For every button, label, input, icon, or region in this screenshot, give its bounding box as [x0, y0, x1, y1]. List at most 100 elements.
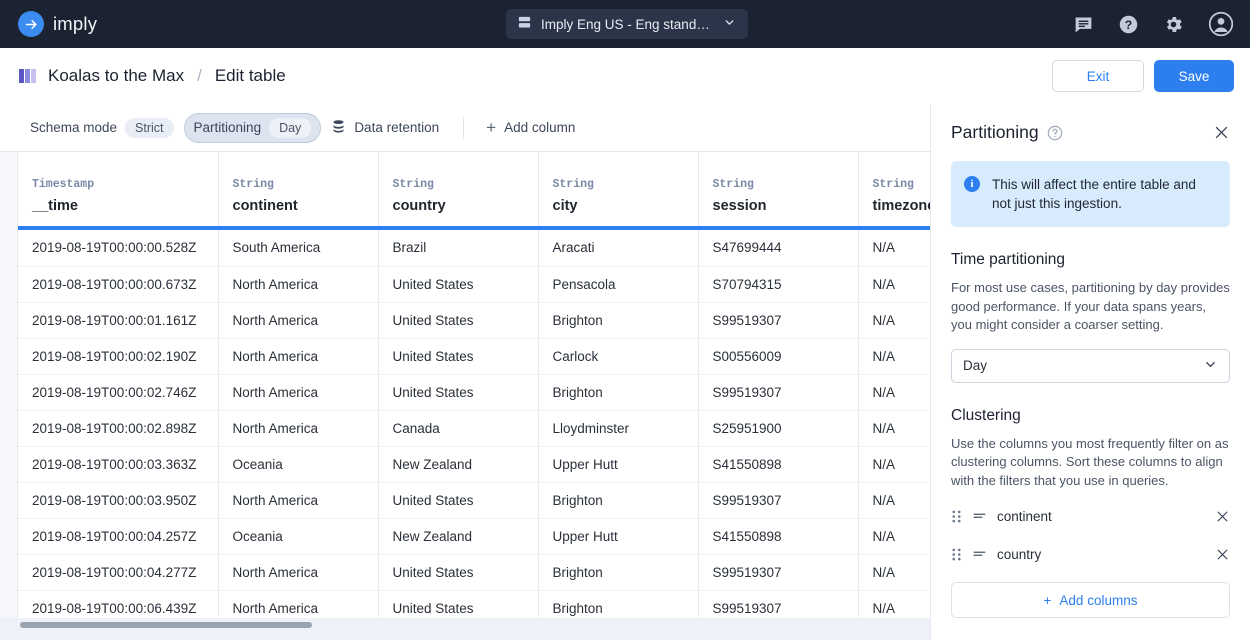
time-partitioning-select[interactable]: Day	[951, 348, 1230, 383]
table-cell: Aracati	[538, 230, 699, 267]
column-type: String	[872, 178, 914, 191]
column-type: String	[232, 178, 274, 191]
account-circle-icon[interactable]	[1208, 11, 1234, 37]
table-cell: Lloydminster	[538, 410, 699, 447]
table-row[interactable]: 2019-08-19T00:00:00.528Z South America Bra…	[18, 230, 930, 267]
table-cell: N/A	[858, 482, 930, 519]
add-column-button[interactable]: + Add column	[476, 113, 585, 143]
list-item[interactable]: continent	[951, 500, 1230, 532]
breadcrumb: Koalas to the Max / Edit table	[18, 66, 286, 86]
remove-clustering-column-icon[interactable]	[1215, 509, 1230, 524]
column-type: Timestamp	[32, 178, 95, 191]
horizontal-scrollbar[interactable]	[0, 618, 930, 640]
brand-logo[interactable]: imply	[18, 11, 97, 37]
feedback-icon[interactable]	[1073, 14, 1094, 35]
info-callout-text: This will affect the entire table and no…	[992, 177, 1196, 211]
data-retention-control[interactable]: Data retention	[321, 113, 449, 143]
breadcrumb-separator: /	[197, 66, 202, 85]
table-cell: S41550898	[698, 518, 859, 555]
table-cell: N/A	[858, 374, 930, 411]
column-header-country[interactable]: String country	[378, 152, 539, 226]
top-nav-actions: ?	[1073, 0, 1234, 48]
table-cell: New Zealand	[378, 518, 539, 555]
table-row[interactable]: 2019-08-19T00:00:04.277Z North America Uni…	[18, 554, 930, 591]
table-row[interactable]: 2019-08-19T00:00:02.898Z North America Can…	[18, 410, 930, 447]
table-cell: N/A	[858, 230, 930, 267]
table-cell: United States	[378, 266, 539, 303]
time-partitioning-selected-value: Day	[963, 358, 988, 373]
table-cell: N/A	[858, 338, 930, 375]
table-cell: N/A	[858, 410, 930, 447]
brand-name: imply	[53, 13, 98, 34]
table-cell: North America	[218, 410, 379, 447]
breadcrumb-bar: Koalas to the Max / Edit table Exit Save	[0, 48, 1250, 104]
breadcrumb-table-name[interactable]: Koalas to the Max	[48, 66, 184, 86]
clustering-column-list: continent country	[951, 500, 1230, 570]
close-icon[interactable]	[1213, 124, 1230, 141]
column-header-time[interactable]: Timestamp __time	[18, 152, 219, 226]
table-columns-icon	[18, 66, 38, 86]
schema-mode-control[interactable]: Schema mode Strict	[20, 113, 184, 143]
remove-clustering-column-icon[interactable]	[1215, 547, 1230, 562]
table-toolbar: Schema mode Strict Partitioning Day Data…	[0, 104, 930, 152]
column-header-timezone[interactable]: String timezone	[858, 152, 930, 226]
column-name: session	[712, 198, 767, 214]
column-name: __time	[32, 198, 78, 214]
drag-handle-icon[interactable]	[951, 547, 962, 562]
database-icon	[331, 119, 346, 137]
partitioning-control[interactable]: Partitioning Day	[183, 112, 322, 143]
column-header-session[interactable]: String session	[698, 152, 859, 226]
cluster-selector[interactable]: Imply Eng US - Eng stand…	[506, 9, 748, 39]
table-cell: United States	[378, 482, 539, 519]
horizontal-scrollbar-thumb[interactable]	[20, 622, 312, 628]
exit-button[interactable]: Exit	[1052, 60, 1144, 92]
column-name: city	[552, 198, 578, 214]
table-cell: Brighton	[538, 554, 699, 591]
table-cell: 2019-08-19T00:00:02.898Z	[18, 410, 219, 447]
help-circle-icon[interactable]: ?	[1118, 14, 1139, 35]
table-cell: S99519307	[698, 554, 859, 591]
table-cell: North America	[218, 374, 379, 411]
column-type: String	[712, 178, 754, 191]
table-cell: Oceania	[218, 518, 379, 555]
table-row[interactable]: 2019-08-19T00:00:02.746Z North America Uni…	[18, 374, 930, 411]
table-row[interactable]: 2019-08-19T00:00:00.673Z North America Uni…	[18, 266, 930, 303]
table-cell: 2019-08-19T00:00:04.257Z	[18, 518, 219, 555]
top-navigation-bar: imply Imply Eng US - Eng stand… ?	[0, 0, 1250, 48]
clustering-description: Use the columns you most frequently filt…	[951, 435, 1229, 488]
time-partitioning-description: For most use cases, partitioning by day …	[951, 280, 1230, 332]
drag-handle-icon[interactable]	[951, 509, 962, 524]
table-cell: Canada	[378, 410, 539, 447]
table-cell: United States	[378, 302, 539, 339]
table-header: Timestamp __time String continent String…	[18, 152, 930, 230]
save-button[interactable]: Save	[1154, 60, 1234, 92]
table-cell: United States	[378, 338, 539, 375]
column-name: timezone	[872, 198, 931, 214]
gear-icon[interactable]	[1163, 14, 1184, 35]
table-row[interactable]: 2019-08-19T00:00:04.257Z Oceania New Zeala…	[18, 518, 930, 555]
data-grid: Timestamp __time String continent String…	[0, 152, 930, 640]
add-columns-button[interactable]: + Add columns	[951, 582, 1230, 618]
table-row[interactable]: 2019-08-19T00:00:03.950Z North America Uni…	[18, 482, 930, 519]
column-header-continent[interactable]: String continent	[218, 152, 379, 226]
list-item[interactable]: country	[951, 538, 1230, 570]
table-cell: United States	[378, 554, 539, 591]
table-cell: S41550898	[698, 446, 859, 483]
table-cell: S99519307	[698, 302, 859, 339]
table-row[interactable]: 2019-08-19T00:00:02.190Z North America Uni…	[18, 338, 930, 375]
table-cell: 2019-08-19T00:00:02.746Z	[18, 374, 219, 411]
table-cell: Upper Hutt	[538, 518, 699, 555]
schema-mode-value: Strict	[125, 117, 174, 138]
table-row[interactable]: 2019-08-19T00:00:03.363Z Oceania New Zeala…	[18, 446, 930, 483]
table-cell: N/A	[858, 446, 930, 483]
table-cell: 2019-08-19T00:00:04.277Z	[18, 554, 219, 591]
table-cell: South America	[218, 230, 379, 267]
table-row[interactable]: 2019-08-19T00:00:01.161Z North America Uni…	[18, 302, 930, 339]
plus-icon: +	[1043, 592, 1052, 608]
breadcrumb-actions: Exit Save	[1052, 48, 1234, 104]
column-header-city[interactable]: String city	[538, 152, 699, 226]
table-cell: S70794315	[698, 266, 859, 303]
help-circle-icon[interactable]	[1047, 125, 1063, 141]
table-cell: N/A	[858, 302, 930, 339]
table-cell: 2019-08-19T00:00:01.161Z	[18, 302, 219, 339]
